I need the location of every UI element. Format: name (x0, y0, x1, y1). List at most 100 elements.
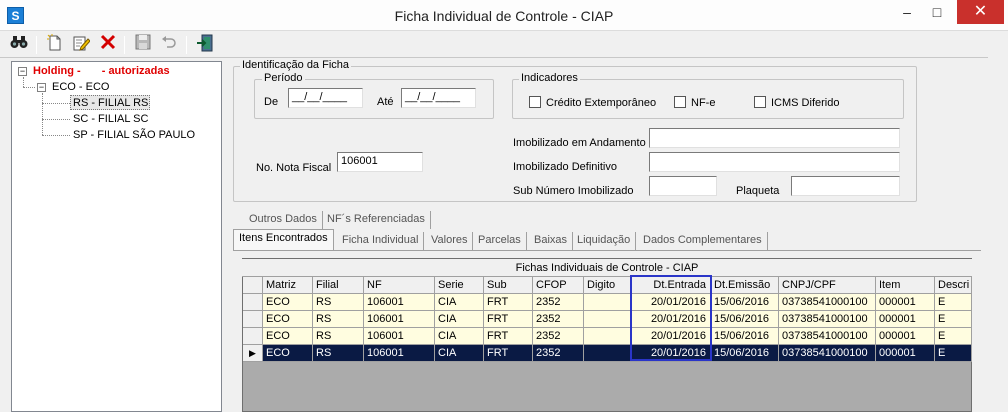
periodo-legend: Período (262, 72, 305, 84)
table-cell[interactable]: FRT (484, 311, 533, 328)
table-cell[interactable] (584, 328, 632, 345)
table-cell[interactable]: E (935, 328, 972, 345)
imobilizado-definitivo-input[interactable] (649, 152, 900, 172)
table-cell[interactable]: 106001 (364, 328, 435, 345)
icms-diferido-checkbox[interactable] (754, 96, 766, 108)
new-document-icon[interactable] (44, 34, 66, 56)
ate-date-input[interactable]: __/__/____ (401, 88, 476, 108)
table-cell[interactable]: ECO (263, 328, 313, 345)
table-cell[interactable] (584, 294, 632, 311)
table-cell[interactable]: 106001 (364, 345, 435, 362)
exit-icon[interactable] (194, 34, 216, 56)
tab-dados-complementares[interactable]: Dados Complementares (638, 232, 768, 250)
table-cell[interactable]: 15/06/2016 (711, 294, 779, 311)
table-cell[interactable]: 106001 (364, 294, 435, 311)
table-cell[interactable]: CIA (435, 311, 484, 328)
row-indicator[interactable] (243, 311, 263, 328)
column-header[interactable]: Dt.Emissão (711, 277, 779, 294)
tab-baixas[interactable]: Baixas (529, 232, 574, 250)
table-cell[interactable]: 000001 (876, 294, 935, 311)
tree-root-holding[interactable]: Holding - - autorizadas (33, 65, 170, 77)
column-header[interactable]: Sub (484, 277, 533, 294)
table-cell[interactable]: 03738541000100 (779, 311, 876, 328)
table-cell[interactable]: 2352 (533, 345, 584, 362)
close-button[interactable]: ✕ (957, 0, 1004, 24)
tab-itens-encontrados[interactable]: Itens Encontrados (233, 229, 334, 251)
table-cell[interactable]: RS (313, 345, 364, 362)
table-cell[interactable] (584, 345, 632, 362)
save-icon[interactable] (132, 34, 154, 56)
nota-fiscal-input[interactable]: 106001 (337, 152, 423, 172)
column-header[interactable]: Matriz (263, 277, 313, 294)
column-header[interactable]: NF (364, 277, 435, 294)
table-cell[interactable]: 2352 (533, 294, 584, 311)
table-cell[interactable]: 000001 (876, 311, 935, 328)
plaqueta-label: Plaqueta (736, 185, 780, 197)
column-header[interactable]: Descri (935, 277, 972, 294)
edit-icon[interactable] (70, 34, 92, 56)
binoculars-icon[interactable] (8, 34, 30, 56)
table-cell[interactable]: FRT (484, 328, 533, 345)
tab-outros-dados[interactable]: Outros Dados (244, 211, 323, 229)
delete-icon[interactable] (97, 34, 119, 56)
table-cell[interactable]: 03738541000100 (779, 328, 876, 345)
table-cell[interactable]: RS (313, 311, 364, 328)
table-cell[interactable]: 15/06/2016 (711, 328, 779, 345)
table-cell[interactable]: CIA (435, 294, 484, 311)
tree-branch-sc[interactable]: SC - FILIAL SC (73, 113, 148, 125)
tree-branch-rs[interactable]: RS - FILIAL RS (73, 97, 148, 109)
table-cell[interactable]: CIA (435, 345, 484, 362)
table-cell[interactable]: 03738541000100 (779, 345, 876, 362)
table-cell[interactable]: RS (313, 328, 364, 345)
tab-ficha-individual[interactable]: Ficha Individual (337, 232, 425, 250)
tab-parcelas[interactable]: Parcelas (473, 232, 527, 250)
row-indicator[interactable] (243, 294, 263, 311)
de-date-input[interactable]: __/__/____ (288, 88, 363, 108)
sub-numero-input[interactable] (649, 176, 717, 196)
table-cell[interactable]: ECO (263, 345, 313, 362)
column-header[interactable]: Item (876, 277, 935, 294)
table-cell[interactable]: 03738541000100 (779, 294, 876, 311)
table-cell[interactable]: E (935, 345, 972, 362)
column-header[interactable]: Serie (435, 277, 484, 294)
table-cell[interactable]: 000001 (876, 328, 935, 345)
undo-icon[interactable] (158, 34, 180, 56)
table-cell[interactable]: E (935, 311, 972, 328)
table-cell[interactable]: FRT (484, 294, 533, 311)
collapse-root-icon[interactable]: − (18, 67, 27, 76)
table-cell[interactable]: FRT (484, 345, 533, 362)
collapse-company-icon[interactable]: − (37, 83, 46, 92)
tab-valores[interactable]: Valores (426, 232, 474, 250)
maximize-button[interactable]: □ (923, 0, 951, 24)
table-cell[interactable]: ECO (263, 311, 313, 328)
table-cell[interactable] (584, 311, 632, 328)
table-cell[interactable]: RS (313, 294, 364, 311)
credito-extemporaneo-checkbox[interactable] (529, 96, 541, 108)
table-cell[interactable]: CIA (435, 328, 484, 345)
table-cell[interactable]: E (935, 294, 972, 311)
column-header[interactable]: Filial (313, 277, 364, 294)
tab-nfs-referenciadas[interactable]: NF´s Referenciadas (322, 211, 431, 229)
minimize-button[interactable]: – (893, 0, 921, 24)
table-cell[interactable]: ECO (263, 294, 313, 311)
plaqueta-input[interactable] (791, 176, 900, 196)
company-tree[interactable]: − Holding - - autorizadas − ECO - ECO RS… (11, 61, 222, 412)
tab-liquidacao[interactable]: Liquidação (572, 232, 637, 250)
table-cell[interactable]: 2352 (533, 328, 584, 345)
column-header[interactable]: CNPJ/CPF (779, 277, 876, 294)
table-cell[interactable]: 15/06/2016 (711, 311, 779, 328)
vertical-scrollbar[interactable] (988, 31, 1008, 412)
tree-branch-sp[interactable]: SP - FILIAL SÃO PAULO (73, 129, 195, 141)
row-indicator[interactable] (243, 328, 263, 345)
table-cell[interactable]: 15/06/2016 (711, 345, 779, 362)
table-cell[interactable]: 106001 (364, 311, 435, 328)
column-header[interactable]: Digito (584, 277, 632, 294)
icms-diferido-label: ICMS Diferido (771, 97, 840, 109)
table-cell[interactable]: 000001 (876, 345, 935, 362)
column-header[interactable]: CFOP (533, 277, 584, 294)
nfe-checkbox[interactable] (674, 96, 686, 108)
row-indicator[interactable]: ▶ (243, 345, 263, 362)
table-cell[interactable]: 2352 (533, 311, 584, 328)
tree-company-eco[interactable]: ECO - ECO (52, 81, 109, 93)
imobilizado-andamento-input[interactable] (649, 128, 900, 148)
